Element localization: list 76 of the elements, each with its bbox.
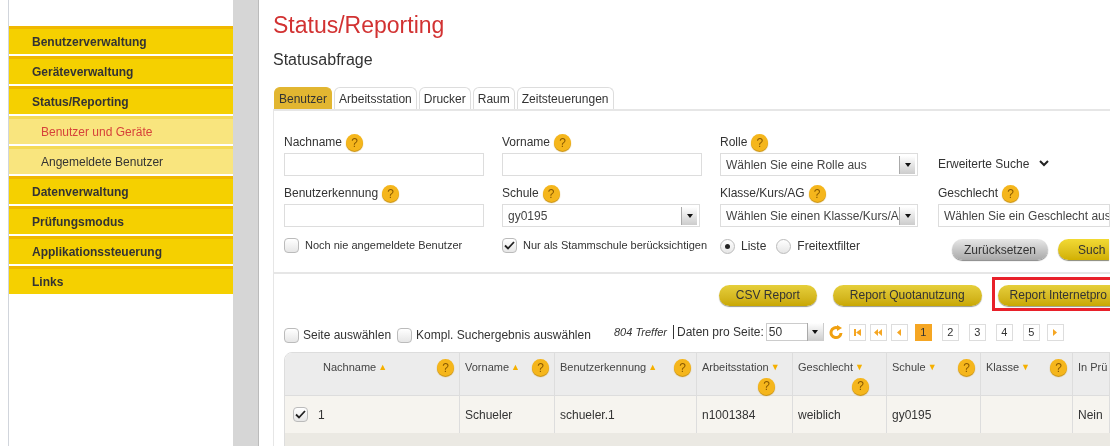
column-header[interactable]: Geschlecht xyxy=(798,359,854,376)
column-header[interactable]: Arbeitsstation xyxy=(702,359,769,376)
sidebar-item[interactable]: Geräteverwaltung xyxy=(9,56,233,86)
per-page-label: Daten pro Seite: xyxy=(677,324,764,341)
field-label: Geschlecht xyxy=(938,185,999,202)
page-button[interactable]: 4 xyxy=(995,323,1013,341)
field-label: Vorname xyxy=(502,134,551,151)
radio-button[interactable] xyxy=(720,238,735,254)
radio-label: Freitextfilter xyxy=(797,238,861,255)
checkbox[interactable] xyxy=(397,327,413,343)
advanced-search-link[interactable]: Erweiterte Suche xyxy=(938,154,1030,173)
sidebar-item[interactable]: Datenverwaltung xyxy=(9,176,233,206)
rewind-icon[interactable] xyxy=(869,323,887,341)
previous-page-icon[interactable] xyxy=(890,323,908,341)
first-page-icon[interactable] xyxy=(848,323,866,341)
column-header[interactable]: Vorname xyxy=(465,359,510,376)
table-cell-text: weiblich xyxy=(798,406,841,424)
page-button[interactable]: 2 xyxy=(941,323,959,341)
field-label: Schule xyxy=(502,185,539,202)
sidebar-item[interactable]: Benutzerverwaltung xyxy=(9,26,233,56)
tab[interactable]: Zeitsteuerungen xyxy=(516,87,614,109)
input-field[interactable] xyxy=(284,153,484,176)
table-cell-text: Schueler xyxy=(465,406,513,424)
checkbox-label: Noch nie angemeldete Benutzer xyxy=(305,238,463,253)
tab[interactable]: Drucker xyxy=(418,87,471,109)
tab[interactable]: Raum xyxy=(472,87,515,109)
checkbox-label: Nur als Stammschule berücksichtigen xyxy=(523,238,708,253)
table-cell-text: gy0195 xyxy=(892,406,932,424)
field-label: Nachname xyxy=(284,134,343,151)
column-header[interactable]: Schule xyxy=(892,359,926,376)
page-title: Status/Reporting xyxy=(273,11,446,40)
sidebar-item[interactable]: Applikationssteuerung xyxy=(9,236,233,266)
page-button[interactable]: 5 xyxy=(1022,323,1040,341)
select-field[interactable]: gy0195 xyxy=(502,204,700,227)
table-cell-text: schueler.1 xyxy=(560,406,615,424)
checkbox[interactable] xyxy=(284,237,299,253)
sidebar-item[interactable]: Prüfungsmodus xyxy=(9,206,233,236)
reset-button[interactable]: Zurücksetzen xyxy=(952,239,1049,260)
checkbox[interactable] xyxy=(293,407,308,422)
checkbox[interactable] xyxy=(502,237,517,253)
per-page-select[interactable]: 50 xyxy=(765,323,824,341)
table-cell-text: Nein xyxy=(1078,406,1103,424)
checkbox-label: Seite auswählen xyxy=(303,327,392,344)
sidebar-item[interactable]: Status/Reporting xyxy=(9,86,233,116)
radio-label: Liste xyxy=(741,238,767,255)
tab[interactable]: Benutzer xyxy=(274,87,333,109)
select-field[interactable]: Wählen Sie einen Klasse/Kurs/A xyxy=(720,204,918,227)
report-button[interactable]: CSV Report xyxy=(718,284,817,306)
select-field[interactable]: Wählen Sie eine Rolle aus xyxy=(720,153,918,176)
next-page-icon[interactable] xyxy=(1046,323,1064,341)
column-header[interactable]: Klasse xyxy=(986,359,1020,376)
page-button[interactable]: 3 xyxy=(968,323,986,341)
page-subtitle: Statusabfrage xyxy=(273,50,374,70)
column-header[interactable]: Nachname xyxy=(323,359,377,376)
page-button[interactable]: 1 xyxy=(914,323,932,341)
field-label: Rolle xyxy=(720,134,748,151)
input-field[interactable] xyxy=(502,153,702,176)
tab[interactable]: Arbeitsstation xyxy=(334,87,417,109)
search-button[interactable]: Such xyxy=(1058,239,1110,260)
field-label: Klasse/Kurs/AG xyxy=(720,185,805,202)
checkbox-label: Kompl. Suchergebnis auswählen xyxy=(416,327,591,344)
column-header[interactable]: Benutzerkennung xyxy=(560,359,647,376)
radio-button[interactable] xyxy=(776,238,792,254)
sidebar-item[interactable]: Links xyxy=(9,266,233,296)
chevron-down-icon[interactable] xyxy=(1039,160,1050,167)
field-label: Benutzerkennung xyxy=(284,185,379,202)
column-header[interactable]: In Prü xyxy=(1078,359,1108,376)
report-button[interactable]: Report Quotanutzung xyxy=(832,284,982,306)
hit-count: 804 Treffer xyxy=(614,324,667,340)
sidebar-item[interactable]: Angemeldete Benutzer xyxy=(9,146,233,176)
checkbox[interactable] xyxy=(284,327,299,343)
input-field[interactable] xyxy=(284,204,484,227)
table-cell-text: 1 xyxy=(318,406,325,424)
report-button[interactable]: Report Internetpro xyxy=(997,284,1110,306)
table-cell-text: n1001384 xyxy=(702,406,756,424)
sidebar-item[interactable]: Benutzer und Geräte xyxy=(9,116,233,146)
